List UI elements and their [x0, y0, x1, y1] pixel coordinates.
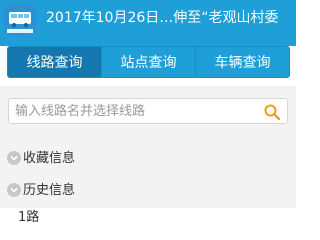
favorites-label: 收藏信息 — [23, 150, 76, 166]
history-label: 历史信息 — [23, 182, 76, 198]
search-placeholder: 输入线路名并选择线路 — [15, 104, 146, 119]
tab-route-search[interactable]: 线路查询 — [8, 47, 102, 77]
favorites-section[interactable]: 收藏信息 — [7, 146, 75, 170]
chevron-down-icon — [7, 183, 21, 197]
chevron-down-icon — [7, 151, 21, 165]
list-item[interactable]: 1路 — [0, 208, 296, 226]
tab-stop-search[interactable]: 站点查询 — [102, 47, 196, 77]
bus-app-icon — [4, 3, 36, 35]
app-header: 2017年10月26日…伸至“老观山村委 — [0, 0, 296, 46]
search-icon[interactable] — [263, 103, 281, 121]
search-input[interactable]: 输入线路名并选择线路 — [8, 98, 288, 124]
tab-vehicle-search[interactable]: 车辆查询 — [196, 47, 289, 77]
page-title: 2017年10月26日…伸至“老观山村委 — [46, 10, 279, 26]
route-name: 1路 — [18, 210, 40, 225]
tab-bar: 线路查询 站点查询 车辆查询 — [7, 46, 290, 78]
history-section[interactable]: 历史信息 — [7, 178, 75, 202]
